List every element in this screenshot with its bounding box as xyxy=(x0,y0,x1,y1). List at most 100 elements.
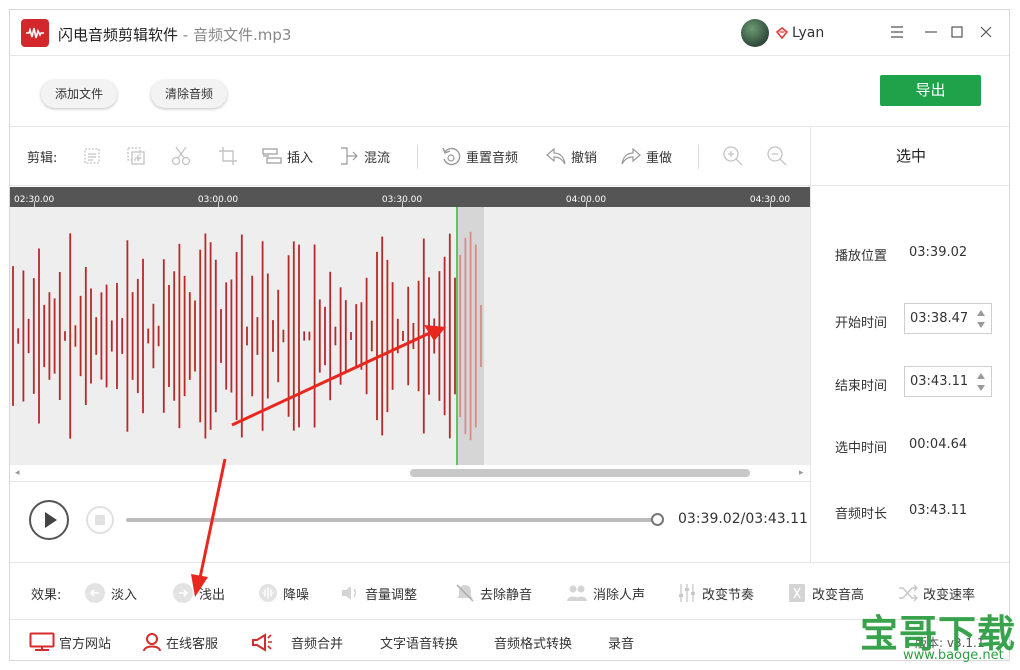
scrollbar-thumb[interactable] xyxy=(410,469,750,477)
undo-label: 撤销 xyxy=(571,150,598,166)
effects-label: 效果: xyxy=(31,588,62,603)
online-support-label: 在线客服 xyxy=(166,636,219,652)
change-rate-label: 改变速率 xyxy=(923,587,976,603)
tts-link[interactable]: 文字语音转换 xyxy=(380,632,458,652)
fade-out-icon xyxy=(173,583,193,603)
clear-audio-button[interactable]: 清除音频 xyxy=(151,80,228,108)
app-window: 闪电音频剪辑软件 - 音频文件.mp3 Lyan 添加文件 清除音频 导出 剪辑… xyxy=(9,9,1010,661)
start-time-field[interactable]: 03:38.47 xyxy=(904,303,992,334)
waveform-scrollbar[interactable]: ◂ ▸ xyxy=(10,465,810,482)
file-toolbar: 添加文件 清除音频 导出 xyxy=(10,56,1009,127)
selected-time-label: 选中时间 xyxy=(835,441,888,456)
scroll-right-icon[interactable]: ▸ xyxy=(799,468,804,478)
fade-out-label: 浅出 xyxy=(199,587,226,603)
window-title: 闪电音频剪辑软件 - 音频文件.mp3 xyxy=(58,24,291,45)
zoom-out-icon[interactable] xyxy=(766,145,788,167)
remove-silence-button[interactable]: 去除静音 xyxy=(455,583,532,603)
tempo-icon xyxy=(679,584,695,602)
remove-vocals-button[interactable]: 消除人声 xyxy=(566,583,645,603)
waveform[interactable] xyxy=(10,207,810,465)
timeline-tick-label: 04:30.00 xyxy=(749,195,791,205)
add-file-button[interactable]: 添加文件 xyxy=(41,80,118,108)
fade-out-button[interactable]: 浅出 xyxy=(172,583,225,603)
start-time-down-icon[interactable] xyxy=(976,320,986,330)
volume-adjust-button[interactable]: 音量调整 xyxy=(340,583,417,603)
copy-icon[interactable] xyxy=(126,145,146,167)
volume-icon xyxy=(342,586,357,600)
fade-in-icon xyxy=(85,583,105,603)
online-support-link[interactable]: 在线客服 xyxy=(142,632,218,652)
maximize-icon[interactable] xyxy=(948,23,966,41)
end-time-down-icon[interactable] xyxy=(976,383,986,393)
selection-panel-title: 选中 xyxy=(811,127,1009,186)
stop-button[interactable] xyxy=(86,506,114,534)
fade-in-label: 淡入 xyxy=(111,587,138,603)
timeline-tick-label: 03:00.00 xyxy=(197,195,239,205)
mix-label: 混流 xyxy=(364,150,391,166)
format-convert-link[interactable]: 音频格式转换 xyxy=(494,632,572,652)
play-button[interactable] xyxy=(29,500,69,540)
end-time-value: 03:43.11 xyxy=(910,374,969,389)
timeline-tick-label: 04:00.00 xyxy=(565,195,607,205)
zoom-in-icon[interactable] xyxy=(722,145,744,167)
timeline-ruler[interactable]: 02:30.00 03:00.00 03:30.00 04:00.00 04:3… xyxy=(10,187,810,207)
monitor-icon xyxy=(29,632,55,651)
change-pitch-button[interactable]: 改变音高 xyxy=(787,583,864,603)
toolbar-divider xyxy=(417,145,418,169)
start-time-up-icon[interactable] xyxy=(976,308,986,318)
waveform-area[interactable] xyxy=(10,207,810,465)
select-all-icon[interactable] xyxy=(82,145,102,167)
selection-panel: 选中 播放位置 03:39.02 开始时间 03:38.47 结束时间 03:4… xyxy=(810,127,1009,562)
export-button[interactable]: 导出 xyxy=(880,75,981,106)
playback-controls: 03:39.02/03:43.11 xyxy=(10,482,810,562)
change-pitch-label: 改变音高 xyxy=(812,587,865,603)
end-time-label: 结束时间 xyxy=(835,379,888,394)
cut-icon[interactable] xyxy=(170,145,192,167)
official-site-link[interactable]: 官方网站 xyxy=(29,632,111,652)
audio-merge-link[interactable]: 音频合并 xyxy=(251,632,343,652)
end-time-field[interactable]: 03:43.11 xyxy=(904,366,992,397)
vip-diamond-icon xyxy=(776,27,788,39)
username[interactable]: Lyan xyxy=(792,25,824,41)
redo-button[interactable]: 重做 xyxy=(620,145,672,167)
reset-audio-label: 重置音频 xyxy=(466,150,519,166)
mix-button[interactable]: 混流 xyxy=(338,145,390,167)
remove-silence-label: 去除静音 xyxy=(480,587,533,603)
fade-in-button[interactable]: 淡入 xyxy=(84,583,137,603)
selected-time-value: 00:04.64 xyxy=(909,437,968,452)
duration-value: 03:43.11 xyxy=(909,503,968,518)
scroll-left-icon[interactable]: ◂ xyxy=(15,468,20,478)
title-bar: 闪电音频剪辑软件 - 音频文件.mp3 Lyan xyxy=(10,10,1009,56)
duration-label: 音频时长 xyxy=(835,507,888,522)
file-name: 音频文件.mp3 xyxy=(192,26,292,44)
menu-icon[interactable] xyxy=(888,23,906,41)
edit-toolbar: 剪辑: 插入 混流 重置音频 撤销 重做 xyxy=(10,127,810,186)
end-time-up-icon[interactable] xyxy=(976,371,986,381)
volume-adjust-label: 音量调整 xyxy=(365,587,418,603)
playback-progress-knob[interactable] xyxy=(650,513,664,526)
vocals-icon xyxy=(567,585,587,601)
pitch-icon xyxy=(789,584,805,602)
playback-progress[interactable] xyxy=(126,513,664,526)
title-separator: - xyxy=(178,26,193,44)
insert-button[interactable]: 插入 xyxy=(261,145,313,167)
mute-icon xyxy=(456,584,474,602)
undo-button[interactable]: 撤销 xyxy=(545,145,597,167)
noise-reduction-button[interactable]: 降噪 xyxy=(258,583,309,603)
crop-icon[interactable] xyxy=(218,145,238,167)
app-name: 闪电音频剪辑软件 xyxy=(58,26,179,44)
record-link[interactable]: 录音 xyxy=(608,632,634,652)
edit-label: 剪辑: xyxy=(27,150,58,166)
remove-vocals-label: 消除人声 xyxy=(593,587,646,603)
playback-progress-fill xyxy=(126,518,657,522)
audio-merge-label: 音频合并 xyxy=(291,636,344,652)
reset-audio-button[interactable]: 重置音频 xyxy=(440,145,518,167)
avatar[interactable] xyxy=(741,19,769,47)
change-rate-button[interactable]: 改变速率 xyxy=(898,583,975,603)
close-icon[interactable] xyxy=(977,23,995,41)
minimize-icon[interactable] xyxy=(922,23,940,41)
change-tempo-button[interactable]: 改变节奏 xyxy=(677,583,754,603)
megaphone-icon xyxy=(252,633,272,652)
waveform-bars xyxy=(12,231,482,441)
play-position-value: 03:39.02 xyxy=(909,245,968,260)
